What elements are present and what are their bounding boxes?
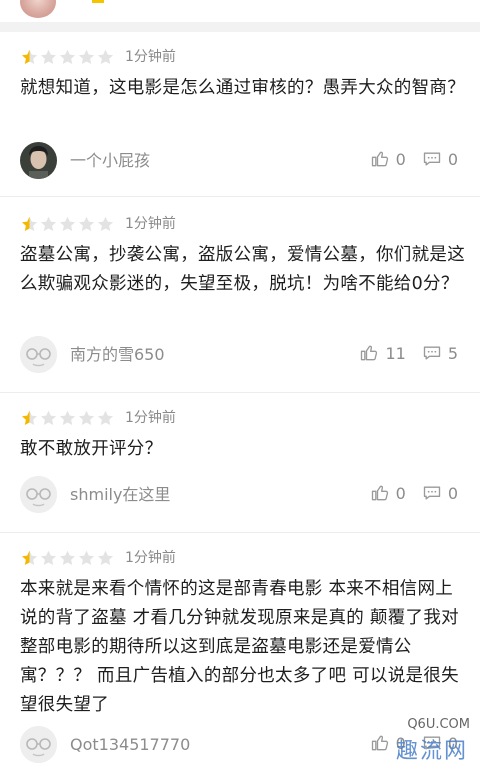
star-icon — [77, 549, 96, 568]
star-icon — [58, 549, 77, 568]
comment-actions: 11 5 — [359, 343, 458, 363]
comment-text: 盗墓公寓，抄袭公寓，盗版公寓，爱情公墓，你们就是这么欺骗观众影迷的，失望至极，脱… — [20, 245, 465, 294]
like-button[interactable]: 0 — [370, 149, 406, 169]
star-icon — [96, 48, 115, 67]
username[interactable]: Qot134517770 — [70, 734, 190, 756]
rating-row: 1分钟前 — [20, 408, 176, 428]
star-icon — [20, 409, 39, 428]
like-count: 0 — [395, 483, 406, 503]
like-button[interactable]: 11 — [359, 343, 406, 363]
star-icon — [58, 48, 77, 67]
comment-time: 1分钟前 — [125, 216, 176, 232]
divider — [0, 196, 480, 197]
comment-actions: 0 0 — [370, 483, 458, 503]
comment-icon — [422, 483, 448, 503]
divider — [0, 392, 480, 393]
star-icon — [96, 215, 115, 234]
thumbs-up-icon — [359, 343, 385, 363]
avatar[interactable] — [20, 0, 56, 18]
star-icon — [96, 409, 115, 428]
star-icon — [39, 215, 58, 234]
rating-row: 1分钟前 — [20, 47, 176, 67]
username[interactable]: shmily在这里 — [70, 484, 170, 506]
star-rating — [20, 549, 115, 568]
star-rating — [20, 215, 115, 234]
comment-time: 1分钟前 — [125, 410, 176, 426]
thumbs-up-icon — [370, 149, 396, 169]
username[interactable]: 一个小屁孩 — [70, 150, 150, 172]
rating-row: 1分钟前 — [20, 548, 176, 568]
comment-footer: 南方的雪650 11 5 — [0, 336, 480, 380]
reply-count: 5 — [447, 343, 458, 363]
reply-button[interactable]: 5 — [422, 343, 458, 363]
comment-icon — [422, 343, 448, 363]
star-icon — [77, 409, 96, 428]
like-count: 11 — [385, 343, 406, 363]
comment-footer: 一个小屁孩 0 0 — [0, 142, 480, 186]
avatar[interactable] — [20, 142, 57, 179]
rating-mark — [92, 0, 104, 3]
star-rating — [20, 48, 115, 67]
avatar[interactable] — [20, 726, 57, 763]
like-count: 0 — [395, 149, 406, 169]
star-icon — [96, 549, 115, 568]
avatar[interactable] — [20, 336, 57, 373]
comment-icon — [422, 149, 448, 169]
watermark-name: 趣流网 — [395, 739, 468, 764]
star-icon — [58, 409, 77, 428]
divider — [0, 532, 480, 533]
reply-count: 0 — [447, 483, 458, 503]
previous-comment-footer — [0, 0, 480, 22]
star-rating — [20, 409, 115, 428]
star-icon — [20, 549, 39, 568]
comment-text: 就想知道，这电影是怎么通过审核的？愚弄大众的智商？ — [20, 78, 465, 98]
watermark-domain: Q6U.COM — [407, 717, 470, 732]
rating-row: 1分钟前 — [20, 214, 176, 234]
star-icon — [39, 48, 58, 67]
comment-actions: 0 0 — [370, 149, 458, 169]
star-icon — [39, 549, 58, 568]
comment-time: 1分钟前 — [125, 49, 176, 65]
comment-text: 敢不敢放开评分？ — [20, 439, 163, 459]
like-button[interactable]: 0 — [370, 483, 406, 503]
reply-button[interactable]: 0 — [422, 483, 458, 503]
reply-count: 0 — [447, 149, 458, 169]
thumbs-up-icon — [370, 483, 396, 503]
star-icon — [58, 215, 77, 234]
star-icon — [77, 215, 96, 234]
username[interactable]: 南方的雪650 — [70, 344, 165, 366]
site-watermark: Q6U.COM 趣流网 — [392, 717, 472, 765]
avatar[interactable] — [20, 476, 57, 513]
comment-text: 本来就是来看个情怀的这是部青春电影 本来不相信网上说的背了盗墓 才看几分钟就发现… — [20, 579, 459, 715]
comment-footer: shmily在这里 0 0 — [0, 476, 480, 520]
section-divider — [0, 22, 480, 32]
star-icon — [20, 215, 39, 234]
star-icon — [20, 48, 39, 67]
star-icon — [77, 48, 96, 67]
reply-button[interactable]: 0 — [422, 149, 458, 169]
star-icon — [39, 409, 58, 428]
comment-time: 1分钟前 — [125, 550, 176, 566]
